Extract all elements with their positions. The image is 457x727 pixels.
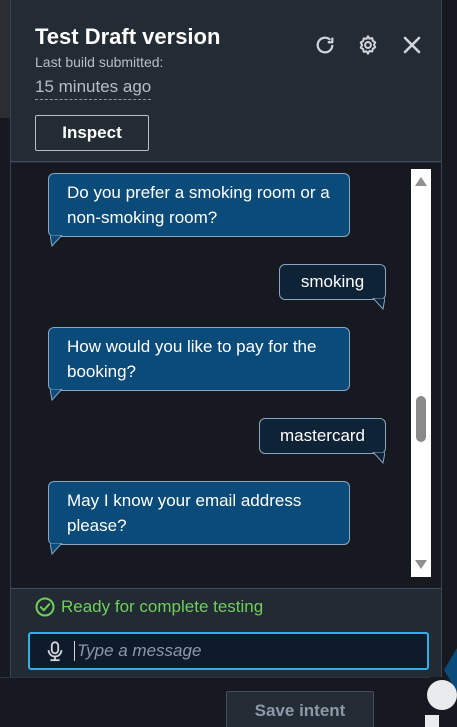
gear-icon[interactable] (355, 32, 381, 58)
right-edge (442, 0, 457, 727)
test-panel: Test Draft version Last build submitted:… (10, 0, 442, 677)
microphone-icon[interactable] (44, 640, 66, 662)
footer-divider (0, 677, 430, 678)
message-input[interactable]: Type a message (28, 632, 429, 670)
background-strip-lower (0, 118, 10, 677)
check-circle-icon (35, 597, 55, 617)
message-placeholder: Type a message (77, 641, 202, 660)
background-strip-upper (0, 0, 10, 118)
inspect-button[interactable]: Inspect (35, 115, 149, 151)
text-caret (74, 641, 75, 661)
edge-scrollbar (425, 715, 439, 727)
user-bubble-tail (372, 452, 385, 464)
status-text: Ready for complete testing (61, 597, 264, 616)
bot-bubble-tail (50, 235, 63, 247)
bot-message: May I know your email address please? (48, 481, 350, 545)
bot-bubble-tail (50, 543, 63, 555)
bot-bubble-tail (50, 389, 63, 401)
background-panel-strip (0, 0, 10, 727)
chat-transcript[interactable]: Do you prefer a smoking room or a non-sm… (11, 163, 441, 588)
bot-message: How would you like to pay for the bookin… (48, 327, 350, 391)
user-message: mastercard (259, 418, 386, 454)
build-label: Last build submitted: (35, 54, 164, 70)
scroll-thumb[interactable] (416, 396, 426, 442)
user-bubble-tail (372, 298, 385, 310)
refresh-icon[interactable] (312, 32, 338, 58)
scroll-down-arrow-icon[interactable] (415, 560, 427, 569)
save-intent-button[interactable]: Save intent (226, 691, 374, 727)
scroll-up-arrow-icon[interactable] (415, 177, 427, 186)
close-icon[interactable] (399, 32, 425, 58)
ready-status: Ready for complete testing (35, 597, 263, 617)
panel-header: Test Draft version Last build submitted:… (11, 0, 441, 162)
edge-avatar (427, 680, 457, 710)
panel-title: Test Draft version (35, 24, 221, 49)
chat-scrollbar[interactable] (411, 169, 431, 577)
status-divider (11, 588, 441, 589)
bot-message: Do you prefer a smoking room or a non-sm… (48, 173, 350, 237)
build-time[interactable]: 15 minutes ago (35, 77, 152, 100)
user-message: smoking (279, 264, 386, 300)
